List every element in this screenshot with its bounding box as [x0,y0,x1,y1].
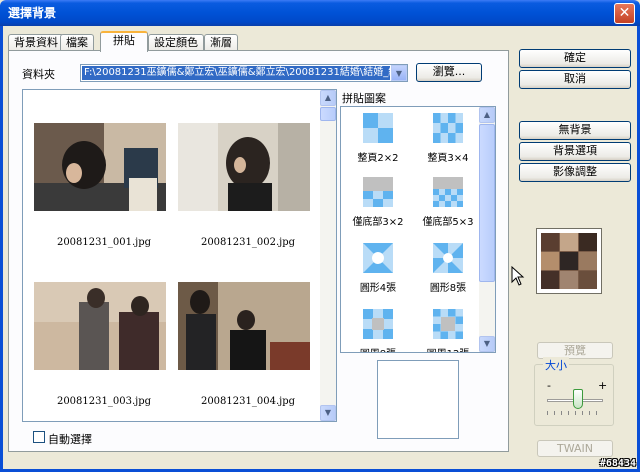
size-slider-ticks [547,411,603,415]
cancel-button[interactable]: 取消 [519,70,631,89]
circle-8-icon [433,243,463,273]
pattern-item[interactable]: 圓形8張 [413,239,483,299]
pattern-label: 圓形8張 [429,283,467,294]
pattern-label: 整頁3×4 [427,153,469,164]
size-minus-label: - [547,379,551,392]
thumbnail-caption: 20081231_004.jpg [200,396,296,407]
pattern-item[interactable]: 圓形4張 [343,239,413,299]
circle-4-icon [363,243,393,273]
ring-12-icon [433,309,463,339]
mouse-pointer-icon [511,266,525,286]
thumbnail-item[interactable]: 20081231_001.jpg [34,123,174,253]
pattern-item[interactable]: 僅底部5×3 [413,173,483,233]
scroll-thumb[interactable] [320,107,336,121]
scroll-down-icon[interactable]: ▼ [320,405,336,421]
scroll-thumb[interactable] [479,124,495,282]
image-adjust-button[interactable]: 影像調整 [519,163,631,182]
scroll-down-icon[interactable]: ▼ [479,336,495,352]
photo-thumbnail [178,123,310,211]
photo-thumbnail [34,123,166,211]
grid-2x2-icon [363,113,393,143]
tab-gradient[interactable]: 漸層 [204,34,238,51]
auto-select-checkbox[interactable] [33,431,45,443]
size-slider-thumb[interactable] [572,389,583,409]
pattern-label: 圓形4張 [359,283,397,294]
folder-label: 資料夾 [22,68,55,81]
thumbnail-caption: 20081231_003.jpg [56,396,152,407]
pattern-item[interactable]: 整頁3×4 [413,109,483,169]
pattern-list[interactable]: 整頁2×2 整頁3×4 僅底部3×2 僅底部5×3 圓形4張 圓形8張 ▲ ▼ [340,106,496,353]
twain-button[interactable]: TWAIN [537,440,613,457]
window-title: 選擇背景 [8,6,57,20]
photo-thumbnail [34,282,166,370]
browse-button[interactable]: 瀏覽... [416,63,482,82]
auto-select-label: 自動選擇 [48,433,92,446]
pattern-item[interactable]: 僅底部3×2 [343,173,413,233]
pattern-item[interactable]: 整頁2×2 [343,109,413,169]
chevron-down-icon[interactable]: ▼ [391,65,407,81]
pattern-label: 整頁2×2 [357,153,399,164]
size-plus-label: + [598,379,608,392]
ring-8-icon [363,309,393,339]
thumbnail-scrollbar[interactable]: ▲ ▼ [320,90,336,421]
pattern-preview [377,360,459,439]
collage-preview-image [541,233,597,289]
thumbnail-list[interactable]: 20081231_001.jpg 20081231_002.jpg 200812… [22,89,337,422]
scroll-up-icon[interactable]: ▲ [479,107,495,123]
tab-file[interactable]: 檔案 [60,34,94,51]
patterns-title: 拼貼圖案 [342,92,386,105]
tab-collage[interactable]: 拼貼 [100,31,148,52]
pattern-label: 圓周8張 [343,345,413,352]
bottom-5x3-icon [433,177,463,207]
ok-button[interactable]: 確定 [519,49,631,68]
pattern-label: 僅底部3×2 [352,217,404,228]
thumbnail-item[interactable]: 20081231_003.jpg [34,282,174,412]
watermark: #68434 [599,458,636,469]
pattern-label: 僅底部5×3 [422,217,474,228]
pattern-label: 圓周12張 [413,345,483,352]
close-button[interactable]: ✕ [614,3,635,24]
tab-set-color[interactable]: 設定顏色 [148,34,204,51]
thumbnail-caption: 20081231_001.jpg [56,237,152,248]
photo-thumbnail [178,282,310,370]
no-background-button[interactable]: 無背景 [519,121,631,140]
size-label: 大小 [543,357,569,373]
thumbnail-caption: 20081231_002.jpg [200,237,296,248]
bottom-3x2-icon [363,177,393,207]
pattern-item[interactable]: 圓周8張 [343,305,413,352]
grid-3x4-icon [433,113,463,143]
pattern-item[interactable]: 圓周12張 [413,305,483,352]
size-group: 大小 - + [534,357,614,426]
folder-path: F:\20081231巫鑛儒&鄭立宏\巫鑛儒&鄭立宏\20081231結婚\結婚… [82,66,390,80]
pattern-scrollbar[interactable]: ▲ ▼ [479,107,495,352]
folder-combo[interactable]: F:\20081231巫鑛儒&鄭立宏\巫鑛儒&鄭立宏\20081231結婚\結婚… [80,64,408,82]
title-bar: 選擇背景 ✕ [0,0,640,26]
tab-background-info[interactable]: 背景資料 [8,34,64,51]
background-options-button[interactable]: 背景選項 [519,142,631,161]
scroll-up-icon[interactable]: ▲ [320,90,336,106]
thumbnail-item[interactable]: 20081231_004.jpg [178,282,318,412]
background-thumbnail [536,228,602,294]
thumbnail-item[interactable]: 20081231_002.jpg [178,123,318,253]
